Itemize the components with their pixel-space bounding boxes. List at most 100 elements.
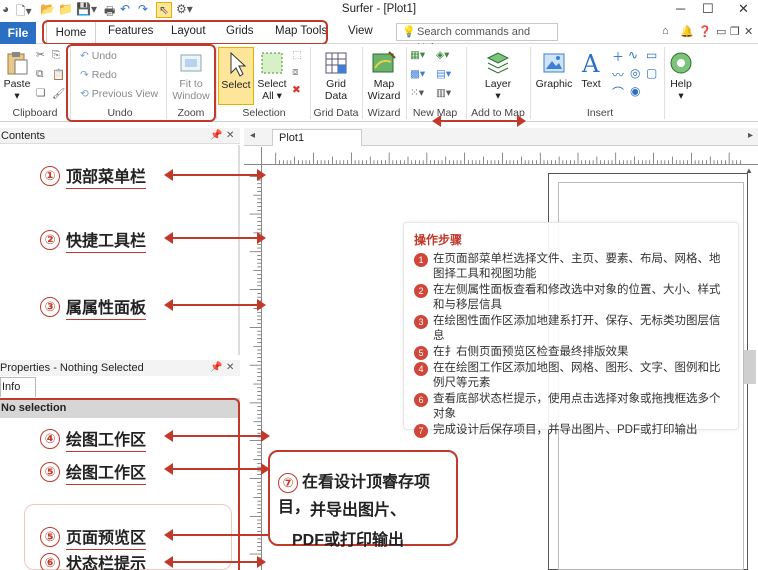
step-item: 5 在扌右侧页面预览区检查最终排版效果 xyxy=(414,345,728,360)
circle-icon[interactable]: ◉ xyxy=(630,84,640,98)
graphic-button[interactable]: Graphic xyxy=(534,50,574,90)
steps-title: 操作步骤 xyxy=(414,233,463,247)
step-item: 6 查看底部状态栏提示，使用点击选择对象或拖拽框选多个对象 xyxy=(414,392,728,422)
contents-title: Contents xyxy=(1,130,46,142)
annotation-arrow-3 xyxy=(164,299,266,311)
group-clipboard-label: Clipboard xyxy=(12,107,58,119)
properties-panel-header: Properties - Nothing Selected 📌 ✕ xyxy=(0,360,240,376)
pin-icon[interactable]: 📌 xyxy=(210,128,222,144)
scroll-up-icon[interactable]: ▲ xyxy=(745,166,755,176)
properties-title: Properties - Nothing Selected xyxy=(0,362,144,374)
block-select-icon[interactable]: ⬚ xyxy=(292,49,302,61)
maximize-button[interactable]: ☐ xyxy=(702,1,714,17)
point-icon[interactable]: ＋ xyxy=(612,48,624,65)
step-item: 4 在在绘图工作区添加地图、网格、图形、文字、图例和比例尺等元素 xyxy=(414,361,728,391)
lightbulb-icon: 💡 xyxy=(402,26,416,38)
help-circle-icon xyxy=(670,52,692,74)
step-item: 2 在左侧属性面板查看和修改选中对象的位置、大小、样式和与移层信具 xyxy=(414,283,728,313)
group-select-icon[interactable]: ⧇ xyxy=(292,66,299,79)
ellipse-icon[interactable]: ◎ xyxy=(630,66,640,80)
collapse-ribbon-icon[interactable]: ⌂ xyxy=(662,25,669,37)
copy-icon[interactable]: ⎘ xyxy=(52,49,60,62)
help-button[interactable]: Help ▾ xyxy=(666,50,696,102)
annotation-workspace-a: ④ 绘图工作区 xyxy=(40,426,147,452)
panel-close-icon[interactable]: ✕ xyxy=(226,360,234,376)
step-item: 7 完成设计后保存项目，并导出图片、PDF或打印输出 xyxy=(414,423,728,438)
paste-special-icon[interactable]: 📋 xyxy=(52,68,65,81)
rounded-rectangle-icon[interactable]: ▢ xyxy=(646,66,657,80)
group-insert-label: Insert xyxy=(586,107,614,119)
annotation-arrow-7 xyxy=(164,556,266,568)
steps-panel: 操作步骤 1 在页面部菜单栏选择文件、主页、要素、布局、网格、地图择工具和视图功能… xyxy=(403,222,739,438)
doc-close-icon[interactable]: ✕ xyxy=(744,25,753,38)
cut-icon[interactable]: ✂ xyxy=(36,49,45,61)
new-3d-map-icon[interactable]: ◈▾ xyxy=(436,49,449,61)
contents-panel-header: Contents 📌 ✕ xyxy=(0,128,240,144)
horizontal-ruler xyxy=(262,147,758,165)
new-contour-map-icon[interactable]: ▦▾ xyxy=(410,49,425,61)
grid-data-icon xyxy=(325,52,347,74)
step-item: 3 在绘图性面作区添加地建系打开、保存、无标类功图层信息 xyxy=(414,314,728,344)
bell-icon[interactable]: 🔔 xyxy=(680,25,694,38)
polygon-icon[interactable]: ⌒ xyxy=(612,84,624,101)
annotation-arrow-2 xyxy=(164,232,266,244)
new-post-map-icon[interactable]: ⁙▾ xyxy=(410,87,424,99)
new-image-map-icon[interactable]: ▩▾ xyxy=(410,68,425,80)
title-bar: ◕ 🗋▾ 📂 📁 💾▾ 🖶 ↶ ↷ ⇖ ⚙▾ Surfer - [Plot1] … xyxy=(0,0,758,20)
pin-icon[interactable]: 📌 xyxy=(210,360,222,376)
format-painter-icon[interactable]: 🖌 xyxy=(52,87,65,100)
new-vector-map-icon[interactable]: ▤▾ xyxy=(436,68,451,80)
annotation-arrow-1 xyxy=(164,169,266,181)
contents-divider xyxy=(238,145,240,355)
layer-button[interactable]: Layer ▾ xyxy=(478,50,518,102)
paste-icon xyxy=(7,52,28,75)
tab-file[interactable]: File xyxy=(0,22,36,44)
rectangle-icon[interactable]: ▭ xyxy=(646,48,657,62)
tab-scroll-right-icon[interactable]: ▸ xyxy=(748,130,753,141)
tab-info[interactable]: Info xyxy=(0,377,36,397)
tab-scroll-left-icon[interactable]: ◂ xyxy=(250,130,255,141)
new-base-map-icon[interactable]: ▥▾ xyxy=(436,87,451,99)
doc-restore-icon[interactable]: ❐ xyxy=(730,25,740,38)
select-all-button[interactable]: Select All ▾ xyxy=(256,50,288,102)
close-button[interactable]: ✕ xyxy=(738,1,749,17)
annotation-arrow-ribbon xyxy=(432,115,526,127)
annotation-arrow-6 xyxy=(164,529,286,541)
text-button[interactable]: A Text xyxy=(576,50,606,90)
group-selection-label: Selection xyxy=(242,107,286,119)
annotation-workspace-b: ⑤ 绘图工作区 xyxy=(40,459,147,485)
minimize-button[interactable]: ─ xyxy=(676,1,685,16)
doc-minimize-icon[interactable]: ▭ xyxy=(716,25,726,38)
paste-button[interactable]: Paste ▾ xyxy=(2,50,32,102)
tab-view[interactable]: View xyxy=(348,25,373,37)
search-input[interactable]: 💡 Search commands and Hel... xyxy=(396,23,558,54)
select-button[interactable]: Select xyxy=(218,47,254,105)
annotation-arrow-5 xyxy=(164,463,270,475)
ruler-corner xyxy=(244,147,262,165)
svg-text:A: A xyxy=(581,50,600,76)
select-all-icon xyxy=(261,52,283,74)
tabs-highlight-frame xyxy=(42,20,328,45)
map-wizard-icon xyxy=(372,51,396,73)
annotation-top-menu: ① 顶部菜单栏 xyxy=(40,163,147,189)
duplicate-icon[interactable]: ❏ xyxy=(36,87,45,99)
delete-icon[interactable]: ✖ xyxy=(292,84,301,96)
spline-icon[interactable]: 〰 xyxy=(612,66,624,83)
graphic-icon xyxy=(543,53,565,73)
vertical-ruler xyxy=(244,165,262,570)
vertical-scrollbar[interactable] xyxy=(744,350,756,384)
layer-icon xyxy=(486,52,510,74)
callout-export-text: PDF或打印输出 xyxy=(292,532,405,549)
panel-close-icon[interactable]: ✕ xyxy=(226,128,234,144)
polyline-icon[interactable]: ∿ xyxy=(628,48,638,62)
map-wizard-button[interactable]: Map Wizard xyxy=(364,50,404,102)
group-wizard-label: Wizard xyxy=(367,107,401,119)
document-tab-bar: ◂ Plot1 ▸ xyxy=(244,128,758,146)
grid-data-button[interactable]: Grid Data xyxy=(316,50,356,102)
annotation-page-preview: ⑤ 页面预览区 xyxy=(40,524,147,550)
help-icon[interactable]: ❓ xyxy=(698,25,712,38)
annotation-arrow-4 xyxy=(164,430,270,442)
copy-format-icon[interactable]: ⧉ xyxy=(36,68,44,81)
tab-plot1[interactable]: Plot1 xyxy=(272,129,362,146)
annotation-quick-toolbar: ② 快捷工具栏 xyxy=(40,227,147,253)
